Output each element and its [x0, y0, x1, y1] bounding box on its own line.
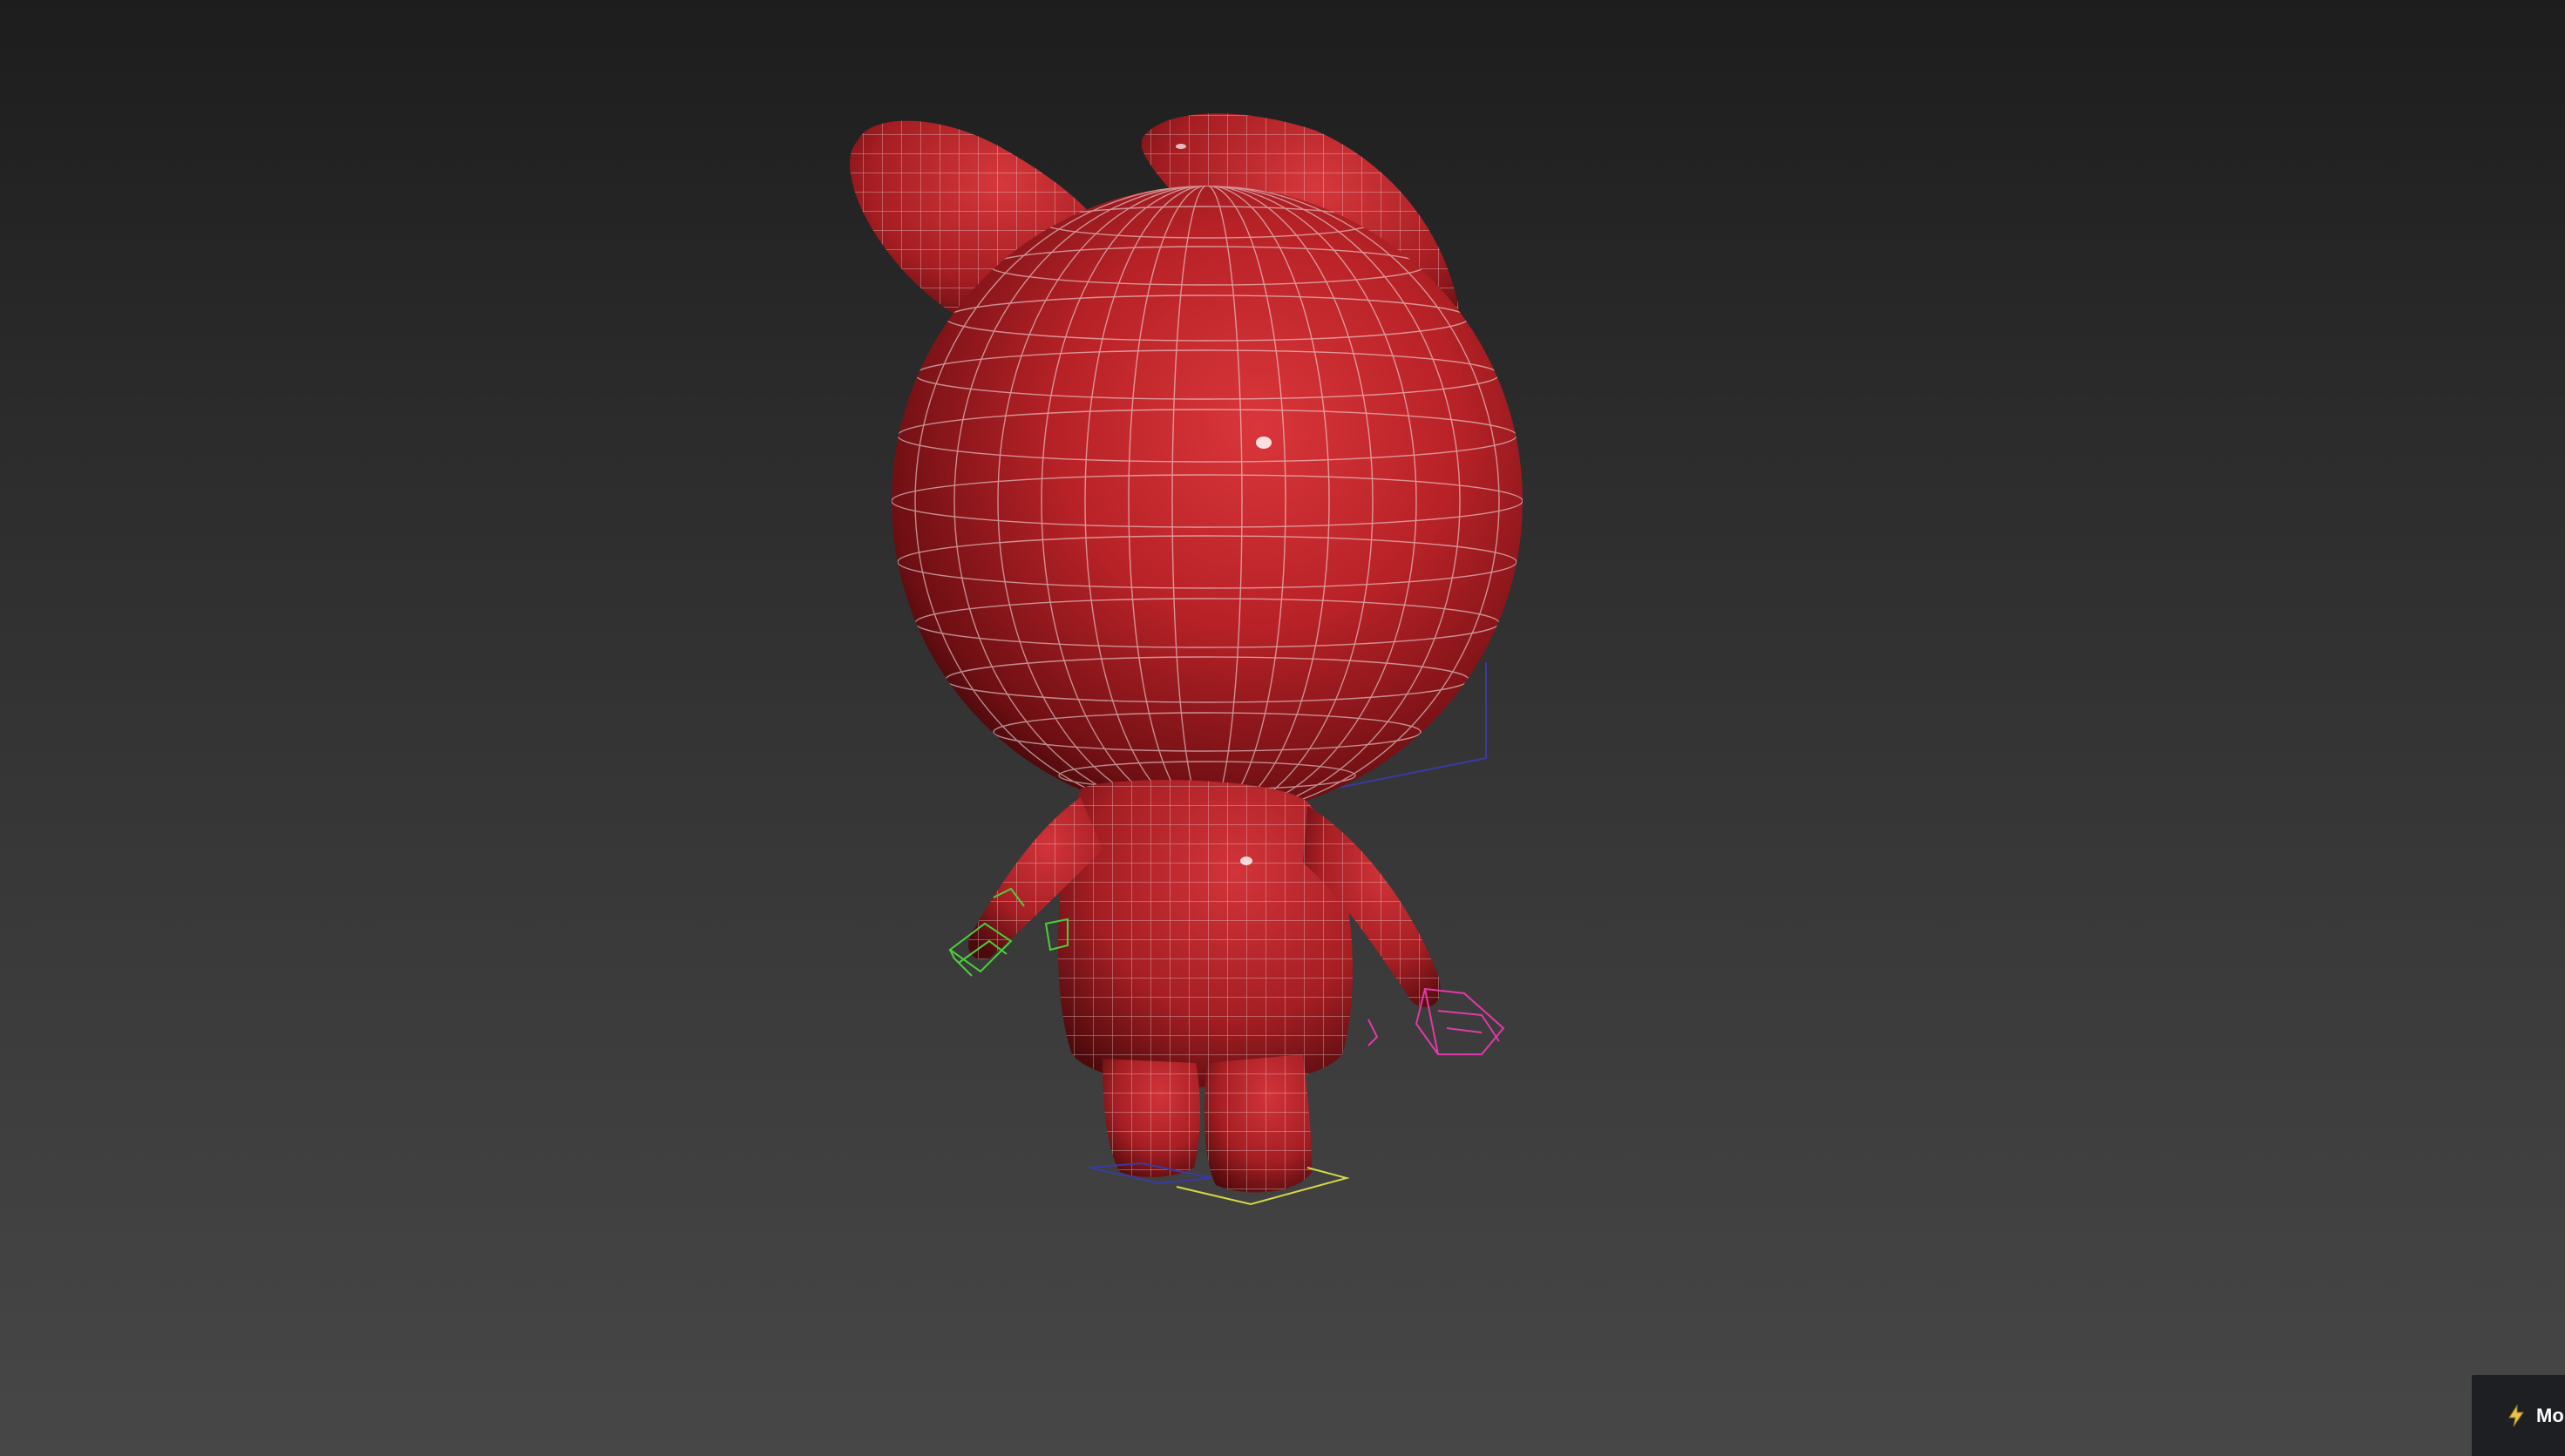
- legs: [1103, 1054, 1312, 1193]
- lightning-icon: [2508, 1404, 2524, 1426]
- head-sphere: [892, 186, 1523, 816]
- status-chip-label: Mo: [2536, 1404, 2564, 1426]
- scene-canvas[interactable]: [0, 0, 2565, 1456]
- 3d-viewport[interactable]: Mo: [0, 0, 2565, 1456]
- status-chip[interactable]: Mo: [2472, 1375, 2565, 1456]
